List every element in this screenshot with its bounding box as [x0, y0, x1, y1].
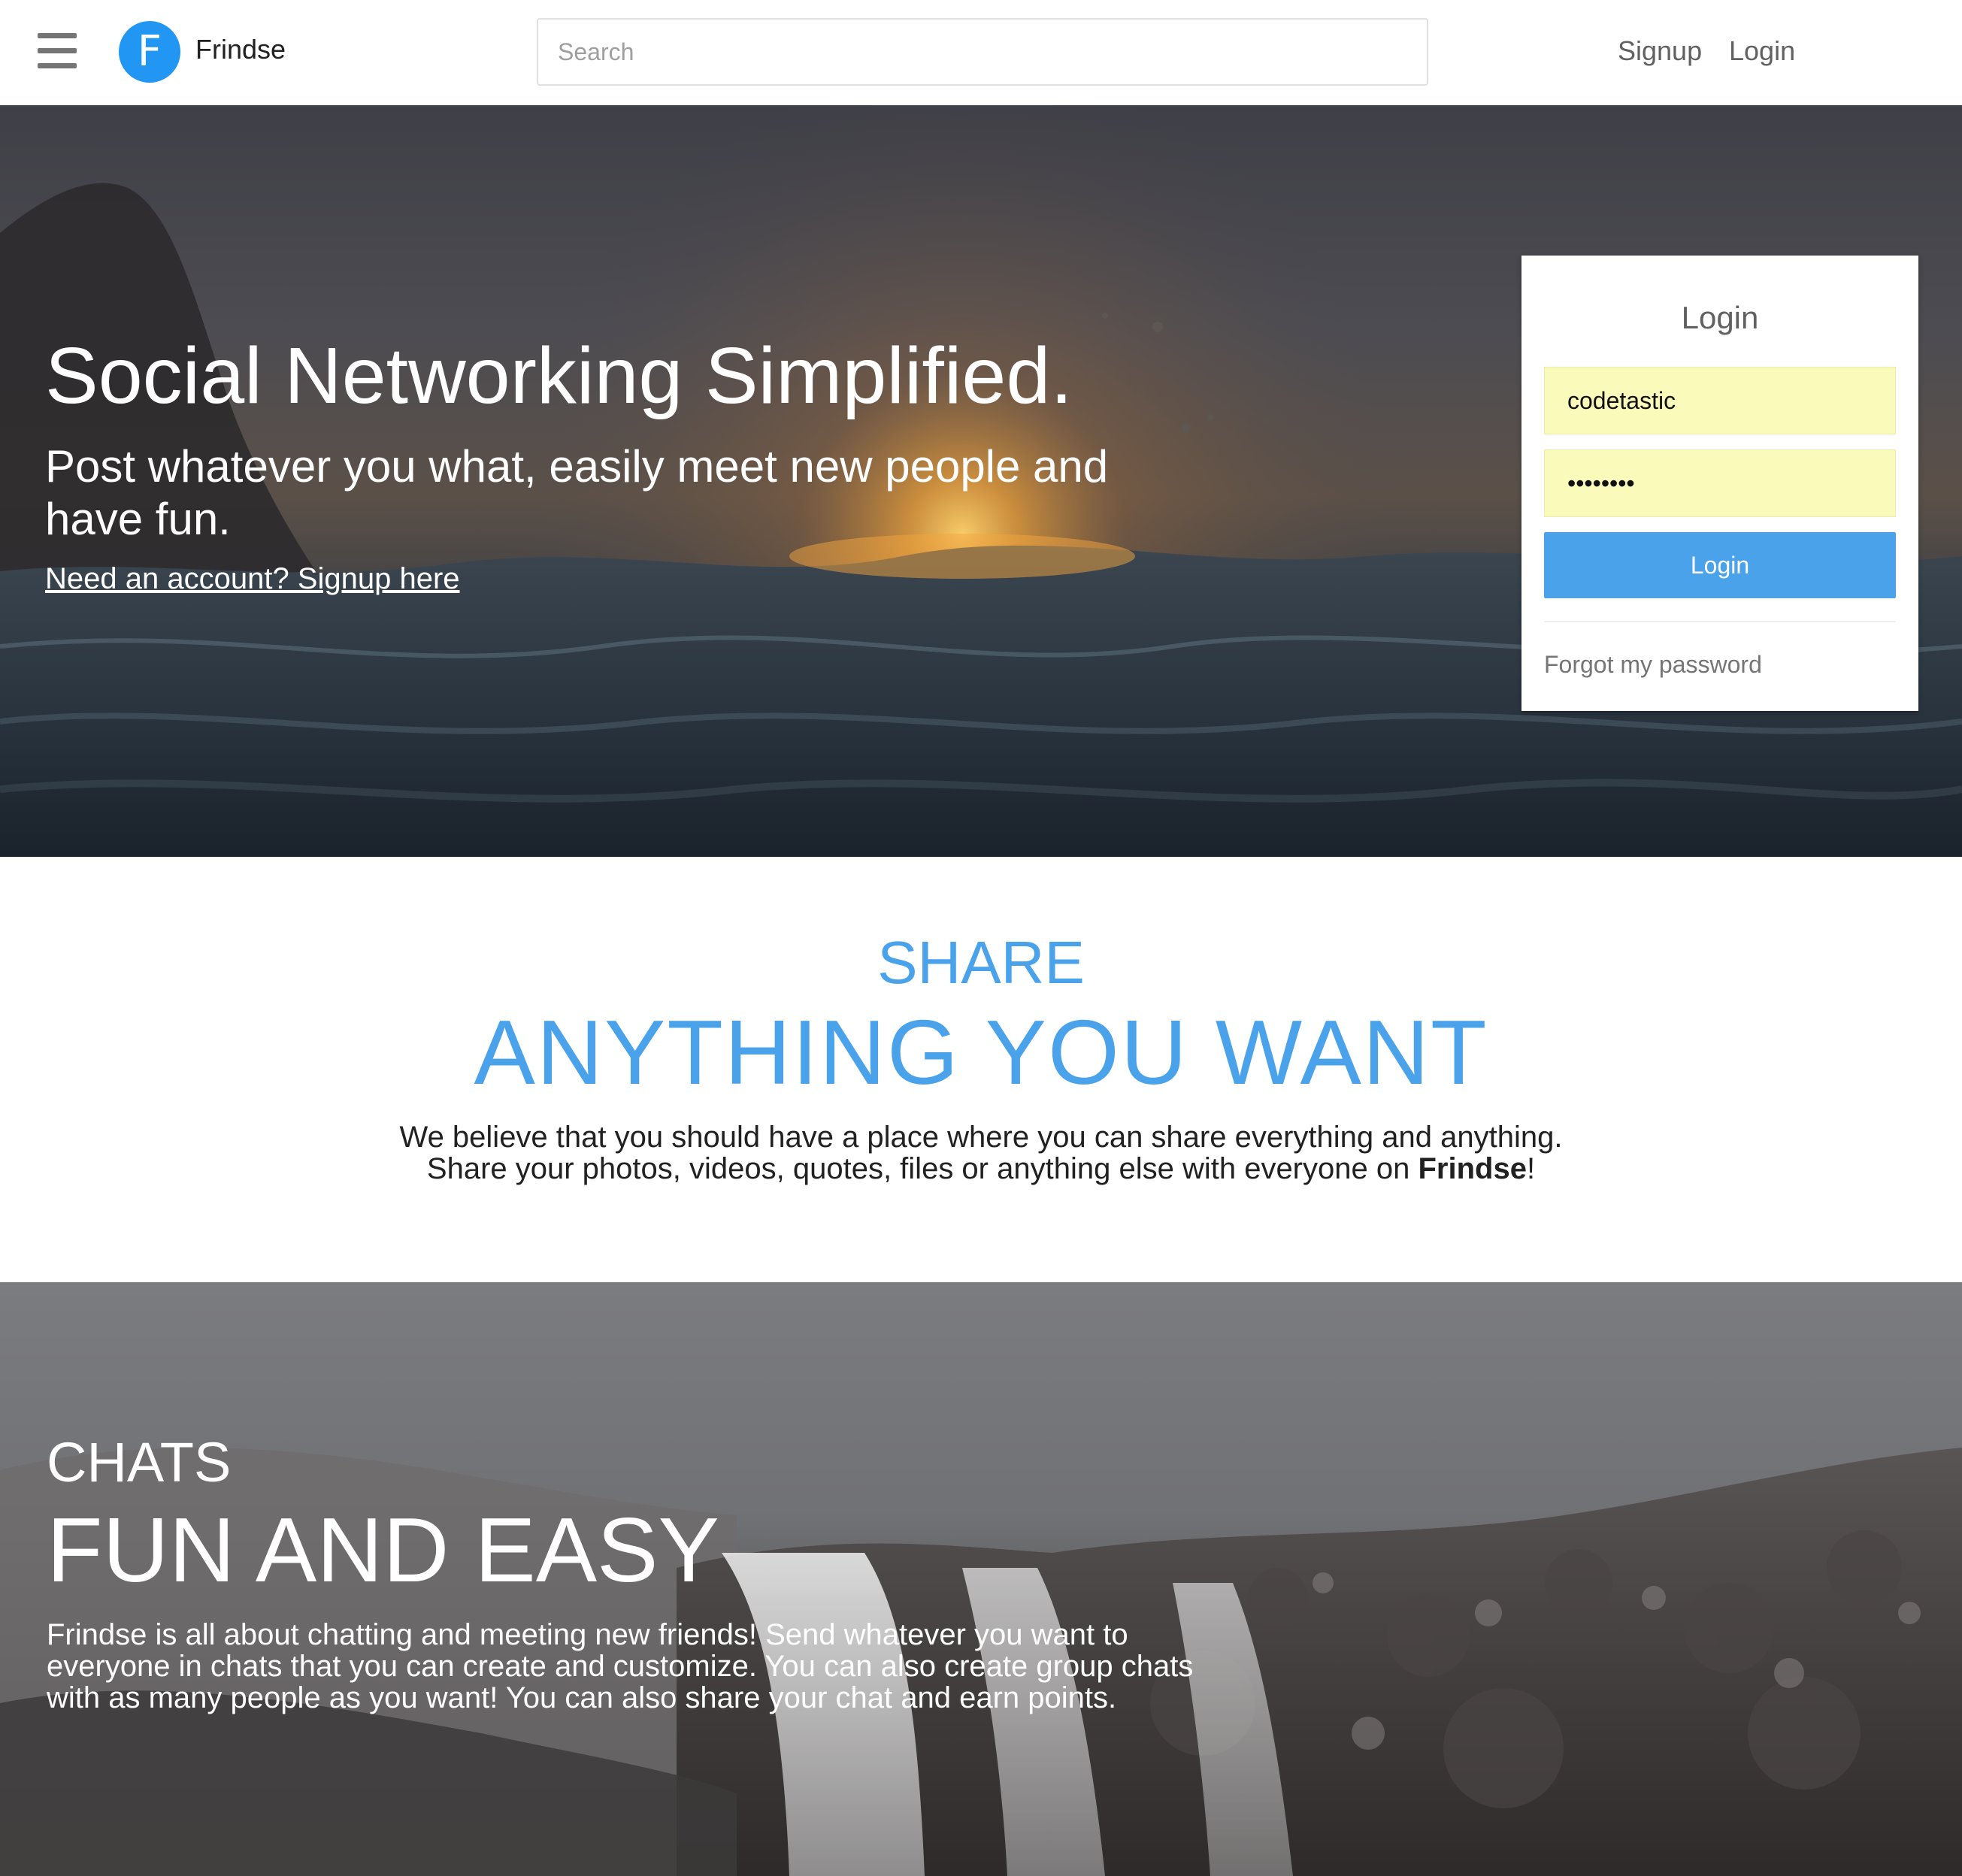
- login-submit-button[interactable]: Login: [1544, 532, 1896, 598]
- search-input[interactable]: [537, 18, 1428, 86]
- share-line-2-suffix: !: [1526, 1152, 1536, 1185]
- share-description: We believe that you should have a place …: [0, 1121, 1962, 1185]
- share-section: SHARE ANYTHING YOU WANT We believe that …: [0, 857, 1962, 1282]
- login-card: Login Login Forgot my password: [1521, 256, 1918, 711]
- brand-logo-icon[interactable]: F: [119, 21, 180, 83]
- chats-kicker: CHATS: [47, 1431, 232, 1493]
- hero-subtitle: Post whatever you what, easily meet new …: [45, 441, 1109, 544]
- chats-heading: FUN AND EASY: [47, 1499, 719, 1601]
- chats-description: Frindse is all about chatting and meetin…: [47, 1618, 1194, 1714]
- hero-title: Social Networking Simplified.: [45, 331, 1073, 420]
- hero-signup-link[interactable]: Need an account? Signup here: [45, 561, 460, 597]
- share-kicker: SHARE: [877, 929, 1085, 996]
- chats-section: CHATS FUN AND EASY Frindse is all about …: [0, 1282, 1962, 1876]
- nav-signup-link[interactable]: Signup: [1618, 35, 1702, 68]
- username-field[interactable]: [1544, 367, 1896, 434]
- forgot-password-link[interactable]: Forgot my password: [1544, 649, 1762, 679]
- share-line-1: We believe that you should have a place …: [399, 1121, 1563, 1154]
- share-heading: ANYTHING YOU WANT: [474, 1001, 1488, 1103]
- share-brand-name: Frindse: [1418, 1152, 1527, 1185]
- login-card-divider: [1544, 621, 1896, 622]
- login-card-title: Login: [1681, 300, 1759, 335]
- share-line-2: Share your photos, videos, quotes, files…: [426, 1152, 1419, 1185]
- nav-login-link[interactable]: Login: [1729, 35, 1795, 68]
- hero-section: Social Networking Simplified. Post whate…: [0, 105, 1962, 857]
- password-field[interactable]: [1544, 449, 1896, 517]
- top-navbar: F Frindse Signup Login: [0, 0, 1962, 105]
- brand-name[interactable]: Frindse: [195, 33, 286, 66]
- hamburger-menu-icon[interactable]: [38, 33, 80, 71]
